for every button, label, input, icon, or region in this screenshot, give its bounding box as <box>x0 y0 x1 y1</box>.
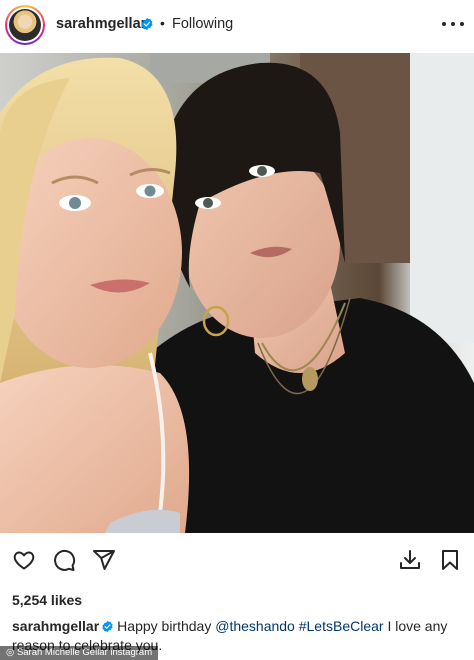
post-photo[interactable] <box>0 53 474 533</box>
share-icon[interactable] <box>90 546 118 574</box>
bookmark-icon[interactable] <box>436 546 464 574</box>
post-header: sarahmgellar • Following <box>0 0 474 52</box>
caption-mention-link[interactable]: @theshando <box>215 618 295 634</box>
avatar-image <box>9 9 41 41</box>
photo-credit: ◎ Sarah Michelle Gellar instagram <box>0 646 159 660</box>
instagram-icon: ◎ <box>6 647 17 658</box>
verified-badge-icon <box>102 620 113 633</box>
caption-username[interactable]: sarahmgellar <box>12 618 99 634</box>
more-options-icon[interactable] <box>442 12 464 36</box>
likes-count[interactable]: 5,254 likes <box>12 592 82 608</box>
caption-hashtag-link[interactable]: #LetsBeClear <box>299 618 384 634</box>
action-bar <box>0 546 474 580</box>
avatar[interactable] <box>5 5 45 45</box>
caption-text: Happy birthday <box>117 618 216 634</box>
comment-icon[interactable] <box>50 546 78 574</box>
selfie-image <box>0 53 474 533</box>
download-icon[interactable] <box>396 546 424 574</box>
heart-icon[interactable] <box>10 546 38 574</box>
verified-badge-icon <box>141 17 153 31</box>
username-link[interactable]: sarahmgellar <box>56 16 146 32</box>
photo-credit-text: Sarah Michelle Gellar instagram <box>16 647 153 658</box>
following-button[interactable]: Following <box>172 16 233 32</box>
separator-dot: • <box>160 15 165 31</box>
